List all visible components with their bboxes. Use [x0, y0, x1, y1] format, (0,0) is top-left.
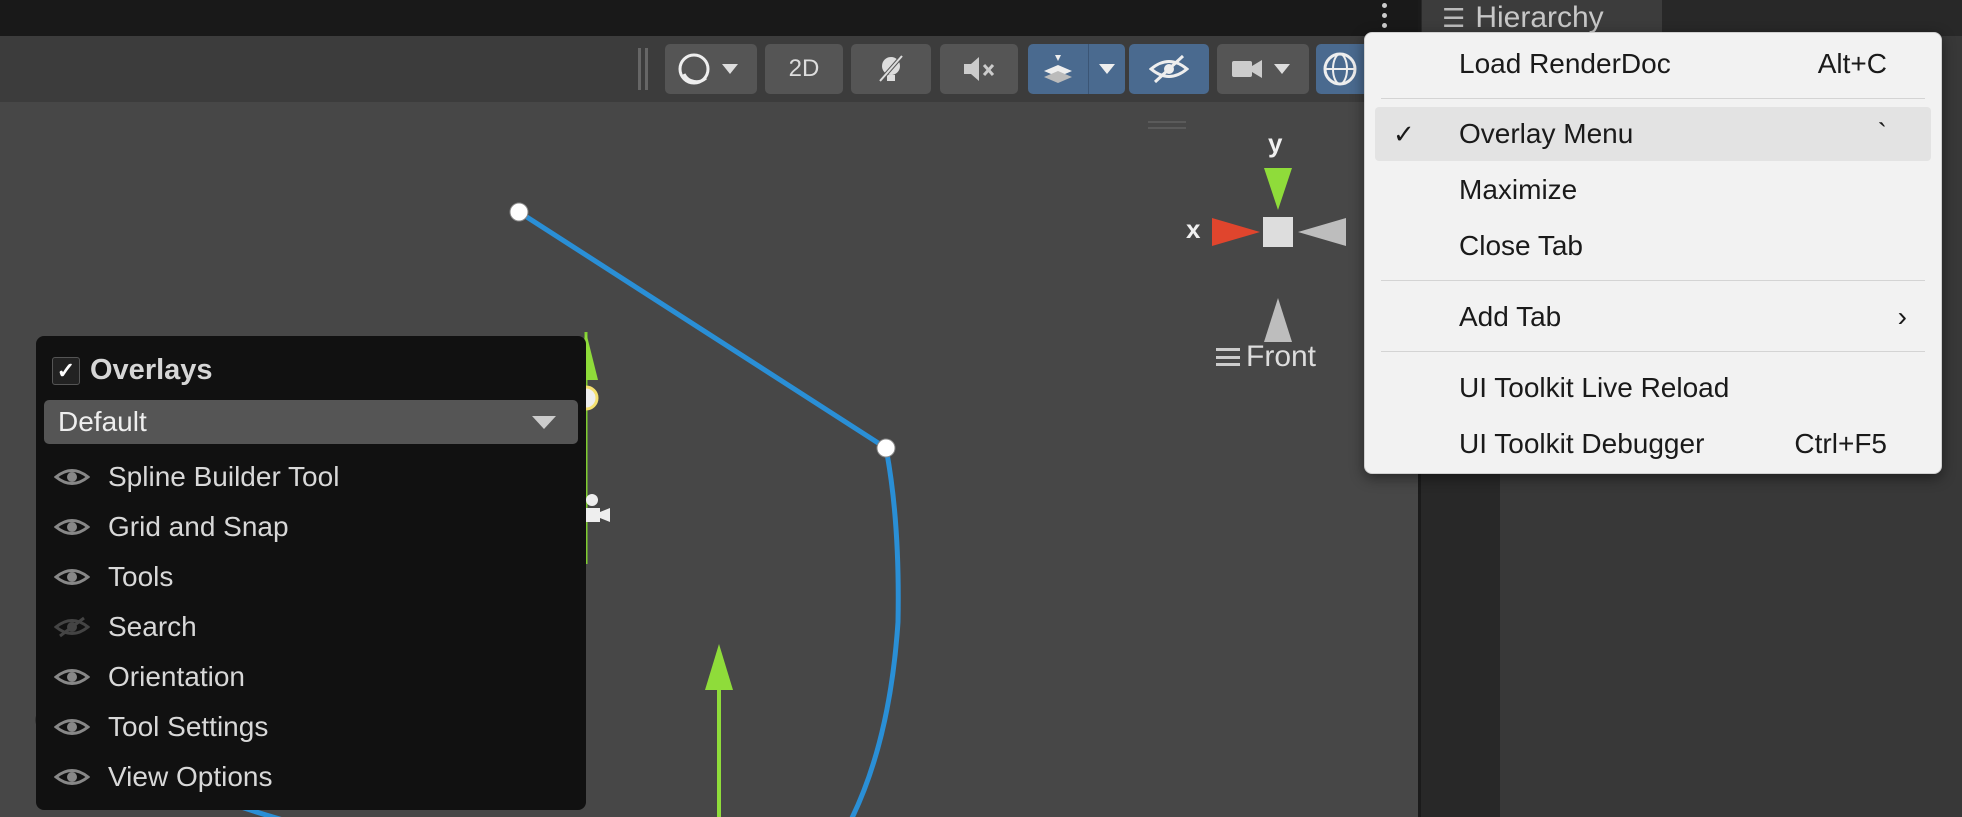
overlays-title: Overlays: [90, 354, 213, 386]
orientation-neg-y-cone[interactable]: [1264, 298, 1292, 342]
overlay-item-search[interactable]: Search: [54, 607, 197, 647]
effects-toggle-button[interactable]: [1028, 44, 1088, 94]
eye-hidden-icon[interactable]: [54, 616, 90, 638]
menu-item-shortcut: Ctrl+F5: [1794, 428, 1887, 459]
menu-item-ui-toolkit-debugger[interactable]: UI Toolkit Debugger Ctrl+F5: [1375, 417, 1931, 471]
view-mode-label: Front: [1246, 340, 1317, 373]
orientation-center-cube[interactable]: [1263, 217, 1293, 247]
list-tree-icon: ☰: [1442, 2, 1466, 33]
overlay-item-label: Spline Builder Tool: [108, 461, 340, 492]
overlay-item-label: Search: [108, 611, 197, 642]
overlay-item-grid-and-snap[interactable]: Grid and Snap: [54, 507, 289, 547]
overlay-item-label: Grid and Snap: [108, 511, 289, 542]
eye-icon[interactable]: [54, 516, 90, 538]
eye-icon[interactable]: [54, 466, 90, 488]
top-bar: [0, 0, 1418, 36]
menu-separator: [1381, 98, 1925, 99]
tab-hierarchy-label: Hierarchy: [1475, 1, 1604, 34]
tab-hierarchy[interactable]: ☰ Hierarchy: [1422, 0, 1662, 36]
menu-item-shortcut: Alt+C: [1817, 48, 1887, 79]
toolbar-grip-handle[interactable]: [638, 48, 648, 90]
more-options-icon[interactable]: [1376, 0, 1392, 30]
menu-separator: [1381, 280, 1925, 281]
light-off-icon: [878, 54, 904, 83]
menu-item-label: Maximize: [1459, 174, 1578, 205]
menu-item-label: Overlay Menu: [1459, 118, 1634, 149]
view-mode-toggle[interactable]: Front: [1216, 340, 1316, 374]
checkmark-icon: ✓: [1393, 118, 1415, 149]
context-menu: Load RenderDoc Alt+C ✓ Overlay Menu ` Ma…: [1364, 32, 1942, 474]
orientation-x-label: x: [1186, 214, 1201, 244]
gizmos-button[interactable]: [1316, 44, 1364, 94]
effects-dropdown-button[interactable]: [1088, 44, 1125, 94]
overlay-item-label: Tool Settings: [108, 711, 269, 742]
menu-item-label: UI Toolkit Debugger: [1459, 428, 1705, 459]
menu-item-maximize[interactable]: Maximize: [1375, 163, 1931, 217]
overlays-checkbox[interactable]: ✓: [52, 356, 80, 385]
menu-item-label: UI Toolkit Live Reload: [1459, 372, 1730, 403]
menu-item-ui-toolkit-live-reload[interactable]: UI Toolkit Live Reload: [1375, 361, 1931, 415]
overlay-item-label: View Options: [108, 761, 273, 792]
audio-toggle-button[interactable]: [940, 44, 1018, 94]
lighting-toggle-button[interactable]: [851, 44, 931, 94]
overlay-item-spline-builder-tool[interactable]: Spline Builder Tool: [54, 457, 339, 497]
overlays-header[interactable]: ✓ Overlays: [52, 354, 213, 387]
camera-icon: [1232, 60, 1290, 78]
orientation-y-cone[interactable]: [1264, 168, 1292, 210]
shading-mode-button[interactable]: [665, 44, 757, 94]
overlay-preset-value: Default: [58, 406, 147, 437]
axis-y-arrow-secondary[interactable]: [705, 644, 733, 690]
menu-item-label: Close Tab: [1459, 230, 1584, 261]
scene-visibility-button[interactable]: [1129, 44, 1209, 94]
menu-item-label: Add Tab: [1459, 301, 1562, 332]
menu-item-close-tab[interactable]: Close Tab: [1375, 219, 1931, 273]
toggle-2d-button[interactable]: 2D: [765, 44, 843, 94]
layers-icon: [1044, 55, 1072, 83]
menu-separator: [1381, 351, 1925, 352]
orientation-y-label: y: [1268, 128, 1283, 158]
gizmo-globe-icon: [1323, 52, 1357, 86]
chevron-right-icon: ›: [1897, 301, 1907, 332]
orientation-gizmo[interactable]: [1212, 168, 1346, 342]
spline-knot[interactable]: [509, 202, 529, 222]
menu-item-label: Load RenderDoc: [1459, 48, 1671, 79]
menu-item-add-tab[interactable]: Add Tab ›: [1375, 290, 1931, 344]
eye-icon[interactable]: [54, 716, 90, 738]
overlay-item-tool-settings[interactable]: Tool Settings: [54, 707, 268, 747]
orientation-neg-x-cone[interactable]: [1298, 218, 1346, 246]
overlay-item-view-options[interactable]: View Options: [54, 757, 272, 797]
chevron-down-icon: [1099, 64, 1115, 74]
eye-icon[interactable]: [54, 766, 90, 788]
overlay-item-label: Orientation: [108, 661, 245, 692]
menu-item-overlay-menu[interactable]: ✓ Overlay Menu `: [1375, 107, 1931, 161]
overlay-item-orientation[interactable]: Orientation: [54, 657, 245, 697]
orientation-x-cone[interactable]: [1212, 218, 1260, 246]
mute-icon: [964, 57, 995, 81]
spline-knot[interactable]: [876, 438, 896, 458]
eye-icon[interactable]: [54, 666, 90, 688]
menu-icon: [1216, 348, 1240, 366]
sphere-icon: [678, 53, 738, 85]
menu-item-shortcut: `: [1877, 118, 1887, 149]
menu-item-load-renderdoc[interactable]: Load RenderDoc Alt+C: [1375, 37, 1931, 91]
scene-camera-button[interactable]: [1217, 44, 1309, 94]
hidden-eye-icon: [1149, 54, 1189, 84]
toggle-2d-label: 2D: [788, 55, 820, 82]
overlays-panel: ✓ Overlays Default Spline Builder Tool G…: [36, 336, 586, 810]
eye-icon[interactable]: [54, 566, 90, 588]
overlay-item-label: Tools: [108, 561, 174, 592]
chevron-down-icon: [532, 416, 556, 429]
overlay-item-tools[interactable]: Tools: [54, 557, 173, 597]
overlay-preset-dropdown[interactable]: Default: [44, 400, 578, 444]
